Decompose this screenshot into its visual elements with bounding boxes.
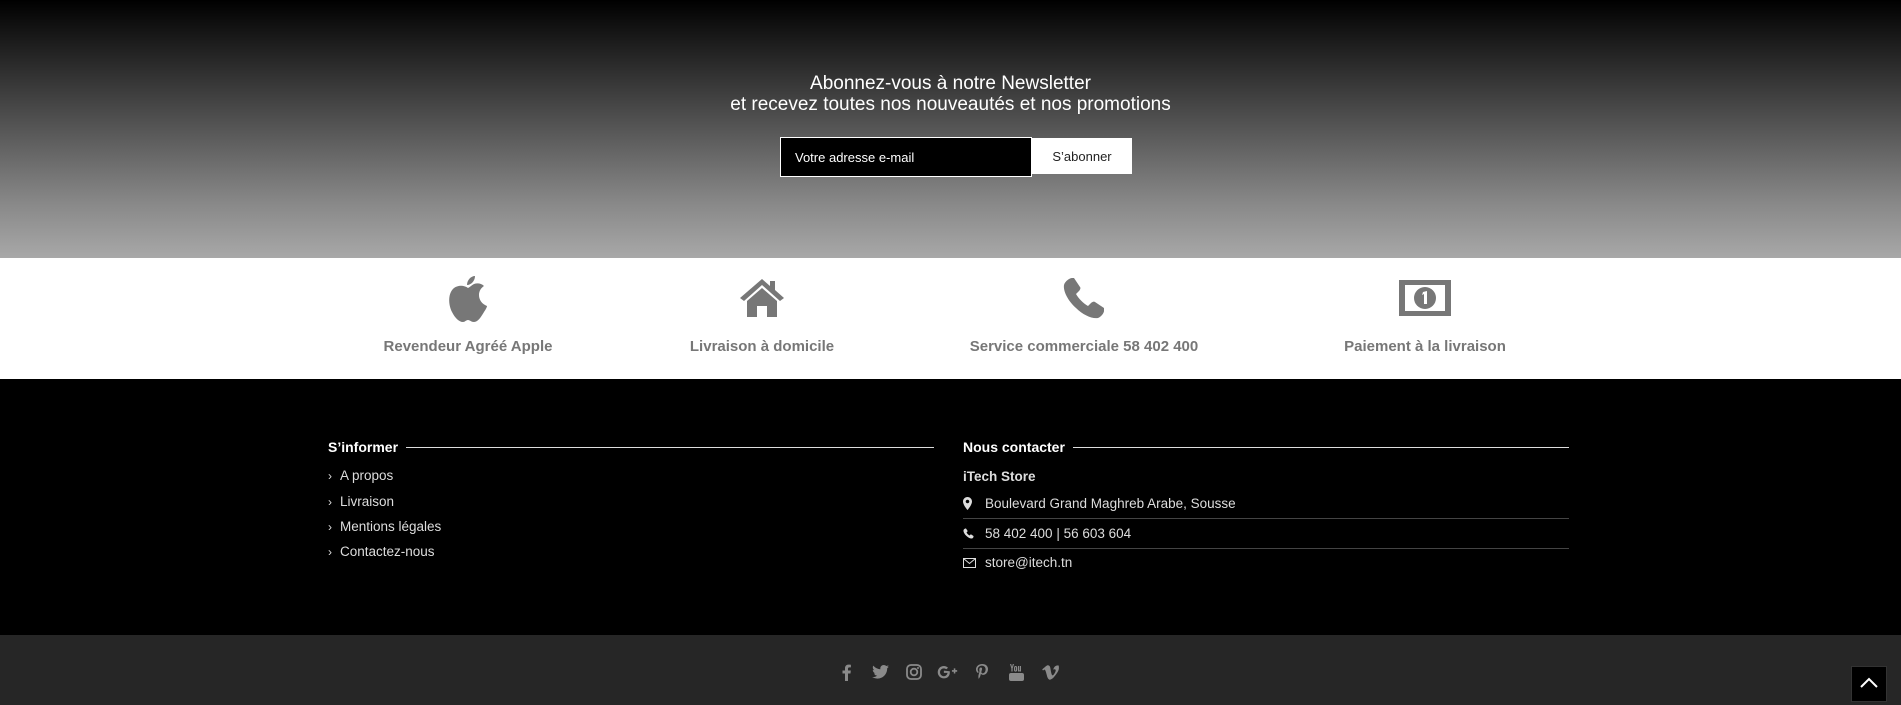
- phone-icon: [963, 528, 985, 539]
- features-bar: Revendeur Agréé Apple Livraison à domici…: [0, 258, 1901, 379]
- subscribe-button[interactable]: S’abonner: [1032, 138, 1132, 174]
- social-links: [835, 661, 1061, 683]
- feature-label: Livraison à domicile: [689, 338, 835, 355]
- feature-label: Paiement à la livraison: [1344, 338, 1506, 355]
- newsletter-subtitle: et recevez toutes nos nouveautés et nos …: [730, 94, 1171, 115]
- divider: [1072, 446, 1569, 448]
- instagram-icon[interactable]: [903, 661, 925, 683]
- footer-link-label: A propos: [340, 468, 394, 483]
- footer-link-mentions-legales[interactable]: › Mentions légales: [328, 519, 441, 534]
- inform-heading: S’informer: [328, 439, 934, 455]
- twitter-icon[interactable]: [869, 661, 891, 683]
- feature-label: Revendeur Agréé Apple: [383, 338, 553, 355]
- bottom-bar: [0, 635, 1901, 705]
- chevron-right-icon: ›: [328, 544, 332, 559]
- apple-icon: [318, 272, 618, 324]
- email-input[interactable]: [780, 137, 1032, 177]
- footer: S’informer › A propos › Livraison › Ment…: [0, 379, 1901, 635]
- contact-heading: Nous contacter: [963, 439, 1569, 455]
- money-icon: [1275, 272, 1575, 324]
- chevron-right-icon: ›: [328, 494, 332, 509]
- phone-text: 58 402 400 | 56 603 604: [985, 526, 1132, 541]
- store-name: iTech Store: [963, 469, 1036, 484]
- newsletter-title: Abonnez-vous à notre Newsletter: [810, 73, 1091, 94]
- chevron-right-icon: ›: [328, 519, 332, 534]
- footer-link-contactez-nous[interactable]: › Contactez-nous: [328, 544, 435, 559]
- newsletter-form: S’abonner: [780, 137, 1132, 177]
- contact-address: Boulevard Grand Maghreb Arabe, Sousse: [963, 489, 1569, 519]
- pinterest-icon[interactable]: [971, 661, 993, 683]
- footer-link-label: Mentions légales: [340, 519, 442, 534]
- chevron-up-icon: [1860, 675, 1878, 693]
- footer-link-a-propos[interactable]: › A propos: [328, 468, 393, 483]
- chevron-right-icon: ›: [328, 468, 332, 483]
- footer-link-label: Contactez-nous: [340, 544, 435, 559]
- contact-email[interactable]: store@itech.tn: [963, 548, 1569, 577]
- home-icon: [612, 272, 912, 324]
- vimeo-icon[interactable]: [1039, 661, 1061, 683]
- phone-icon: [934, 272, 1234, 324]
- divider: [406, 446, 934, 448]
- email-text: store@itech.tn: [985, 555, 1073, 570]
- contact-phone: 58 402 400 | 56 603 604: [963, 519, 1569, 549]
- feature-phone-service: Service commerciale 58 402 400: [934, 258, 1234, 379]
- map-marker-icon: [963, 497, 985, 510]
- footer-link-livraison[interactable]: › Livraison: [328, 494, 394, 509]
- newsletter-section: Abonnez-vous à notre Newsletter et recev…: [0, 0, 1901, 258]
- youtube-icon[interactable]: [1005, 661, 1027, 683]
- feature-label: Service commerciale 58 402 400: [969, 338, 1199, 355]
- footer-link-label: Livraison: [340, 494, 395, 509]
- envelope-icon: [963, 557, 985, 568]
- feature-apple-reseller: Revendeur Agréé Apple: [318, 258, 618, 379]
- contact-title: Nous contacter: [963, 439, 1065, 455]
- inform-title: S’informer: [328, 439, 399, 455]
- facebook-icon[interactable]: [835, 661, 857, 683]
- address-text: Boulevard Grand Maghreb Arabe, Sousse: [985, 496, 1236, 511]
- feature-home-delivery: Livraison à domicile: [612, 258, 912, 379]
- feature-cash-on-delivery: Paiement à la livraison: [1275, 258, 1575, 379]
- google-plus-icon[interactable]: [937, 661, 959, 683]
- back-to-top-button[interactable]: [1851, 666, 1887, 702]
